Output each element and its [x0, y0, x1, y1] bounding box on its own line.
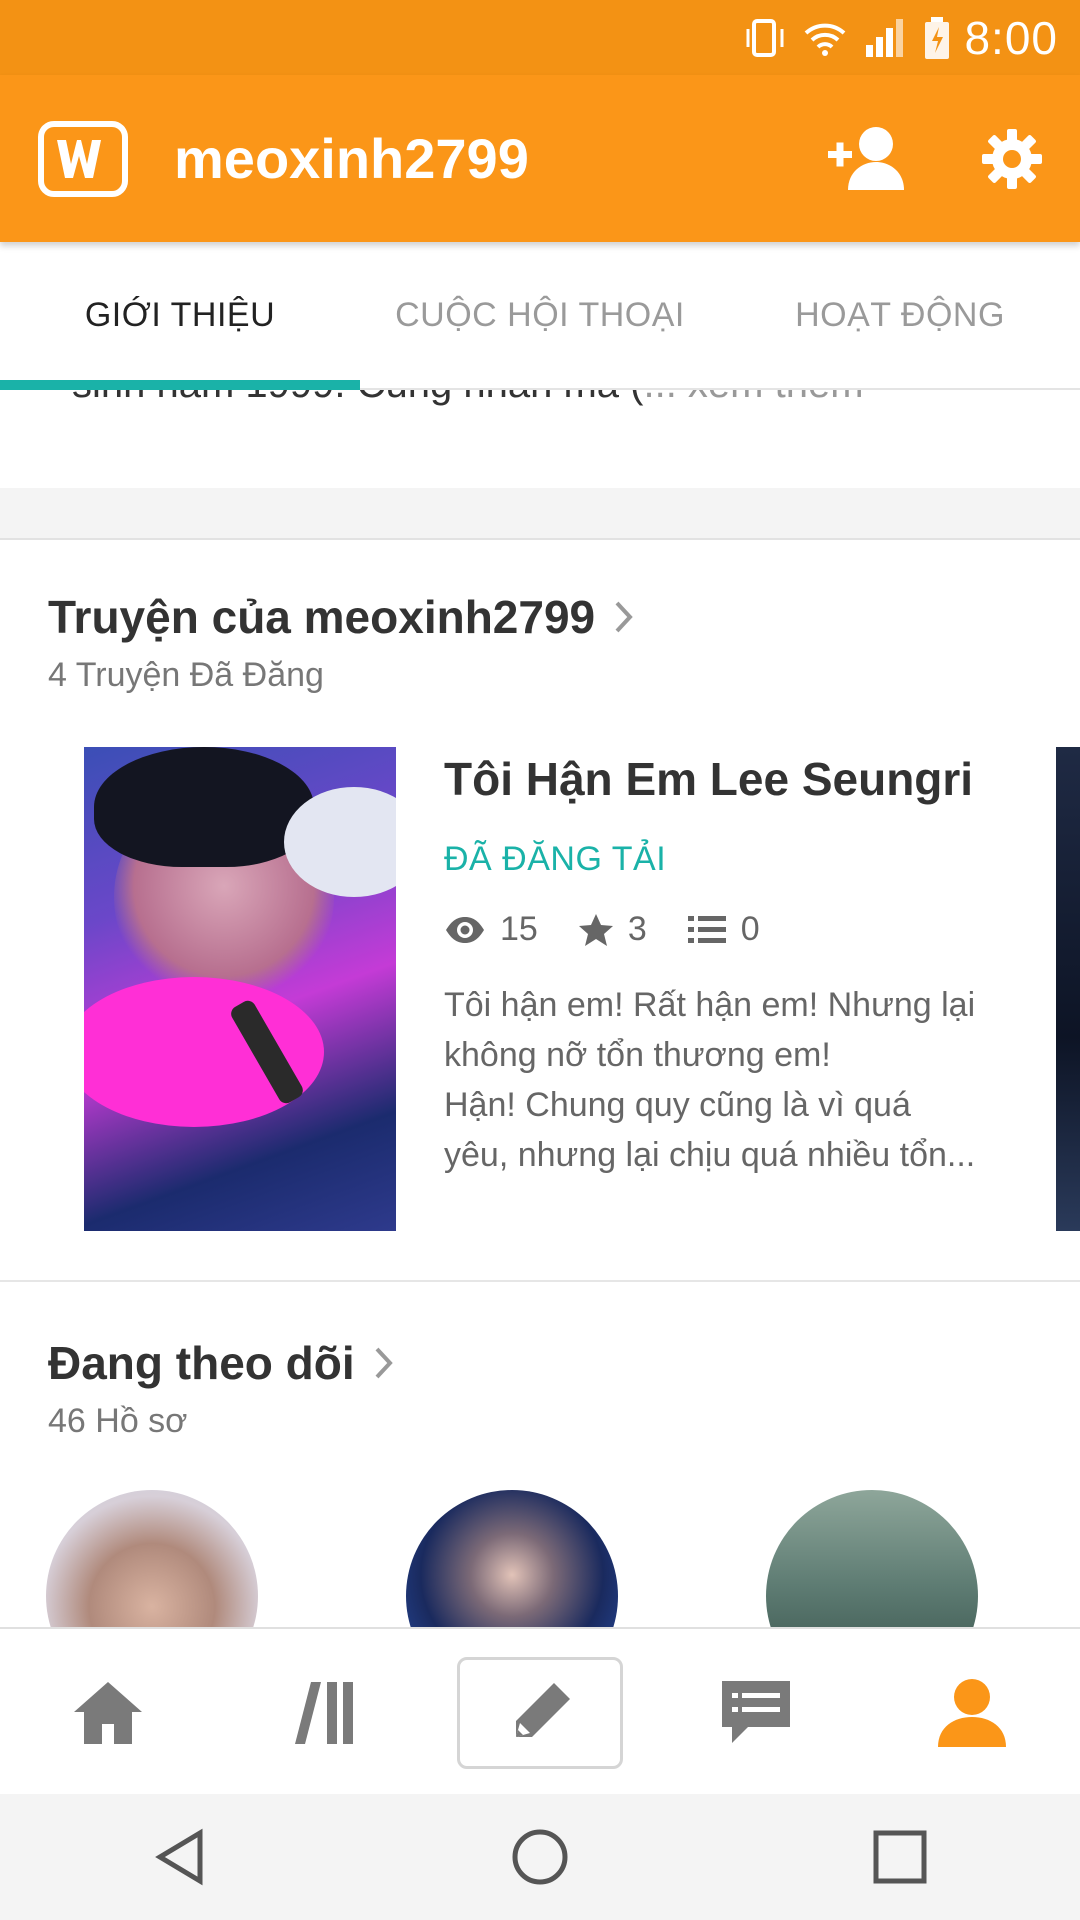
home-circle-icon[interactable]	[510, 1827, 570, 1887]
profile-icon[interactable]	[864, 1629, 1080, 1796]
clock: 8:00	[964, 11, 1058, 64]
back-icon[interactable]	[150, 1827, 210, 1887]
section-separator	[0, 488, 1080, 540]
votes-stat: 3	[578, 910, 647, 949]
following-section-header[interactable]: Đang theo dõi	[48, 1336, 395, 1390]
bottom-navigation	[0, 1627, 1080, 1796]
views-count: 15	[500, 910, 538, 948]
battery-icon	[925, 16, 950, 59]
pencil-icon	[516, 1682, 570, 1737]
list-icon	[687, 915, 726, 943]
story-description: Tôi hận em! Rất hận em! Nhưng lại không …	[444, 980, 1004, 1180]
add-person-icon[interactable]	[826, 124, 910, 194]
wattpad-w-icon[interactable]	[38, 120, 128, 197]
story-description-line: không nỡ tổn thương em!	[444, 1036, 831, 1074]
home-icon[interactable]	[0, 1629, 216, 1796]
story-description-line: yêu, nhưng lại chịu quá nhiều tổn...	[444, 1136, 976, 1174]
story-description-line: Hận! Chung quy cũng là vì quá	[444, 1086, 911, 1124]
views-stat: 15	[444, 910, 538, 949]
divider	[0, 1280, 1080, 1282]
chevron-right-icon	[373, 1345, 395, 1381]
profile-username: meoxinh2799	[174, 127, 529, 190]
votes-count: 3	[627, 910, 647, 948]
story-status: ĐÃ ĐĂNG TẢI	[444, 840, 667, 878]
profile-tabs: GIỚI THIỆU CUỘC HỘI THOẠI HOẠT ĐỘNG	[0, 242, 1080, 390]
tab-about[interactable]: GIỚI THIỆU	[0, 242, 360, 390]
stories-count: 4 Truyện Đã Đăng	[48, 656, 324, 694]
following-count: 46 Hồ sơ	[48, 1402, 188, 1440]
status-bar: 8:00	[0, 0, 1080, 75]
chevron-right-icon	[613, 599, 635, 635]
story-title[interactable]: Tôi Hận Em Lee Seungri	[444, 752, 973, 806]
stories-section-title: Truyện của meoxinh2799	[48, 591, 596, 643]
gear-icon[interactable]	[980, 127, 1044, 191]
star-icon	[578, 913, 613, 946]
following-section-title: Đang theo dõi	[48, 1337, 355, 1389]
next-story-cover[interactable]	[1056, 747, 1080, 1231]
write-button[interactable]	[432, 1629, 648, 1796]
eye-icon	[446, 916, 484, 943]
recents-square-icon[interactable]	[870, 1827, 930, 1887]
parts-stat: 0	[687, 910, 760, 949]
system-navigation-bar	[0, 1794, 1080, 1920]
tab-activity[interactable]: HOẠT ĐỘNG	[720, 242, 1080, 388]
story-stats: 15 3 0	[444, 910, 800, 949]
signal-icon	[866, 18, 904, 57]
parts-count: 0	[740, 910, 760, 948]
library-icon[interactable]	[216, 1629, 432, 1796]
story-description-line: Tôi hận em! Rất hận em! Nhưng lại	[444, 986, 976, 1024]
messages-icon[interactable]	[648, 1629, 864, 1796]
app-bar: meoxinh2799	[0, 75, 1080, 242]
stories-section-header[interactable]: Truyện của meoxinh2799	[48, 590, 635, 644]
wifi-icon	[805, 23, 846, 56]
vibrate-icon	[746, 18, 784, 57]
status-icons	[742, 15, 952, 61]
tab-conversations[interactable]: CUỘC HỘI THOẠI	[360, 242, 720, 388]
story-cover-image[interactable]	[84, 747, 396, 1231]
